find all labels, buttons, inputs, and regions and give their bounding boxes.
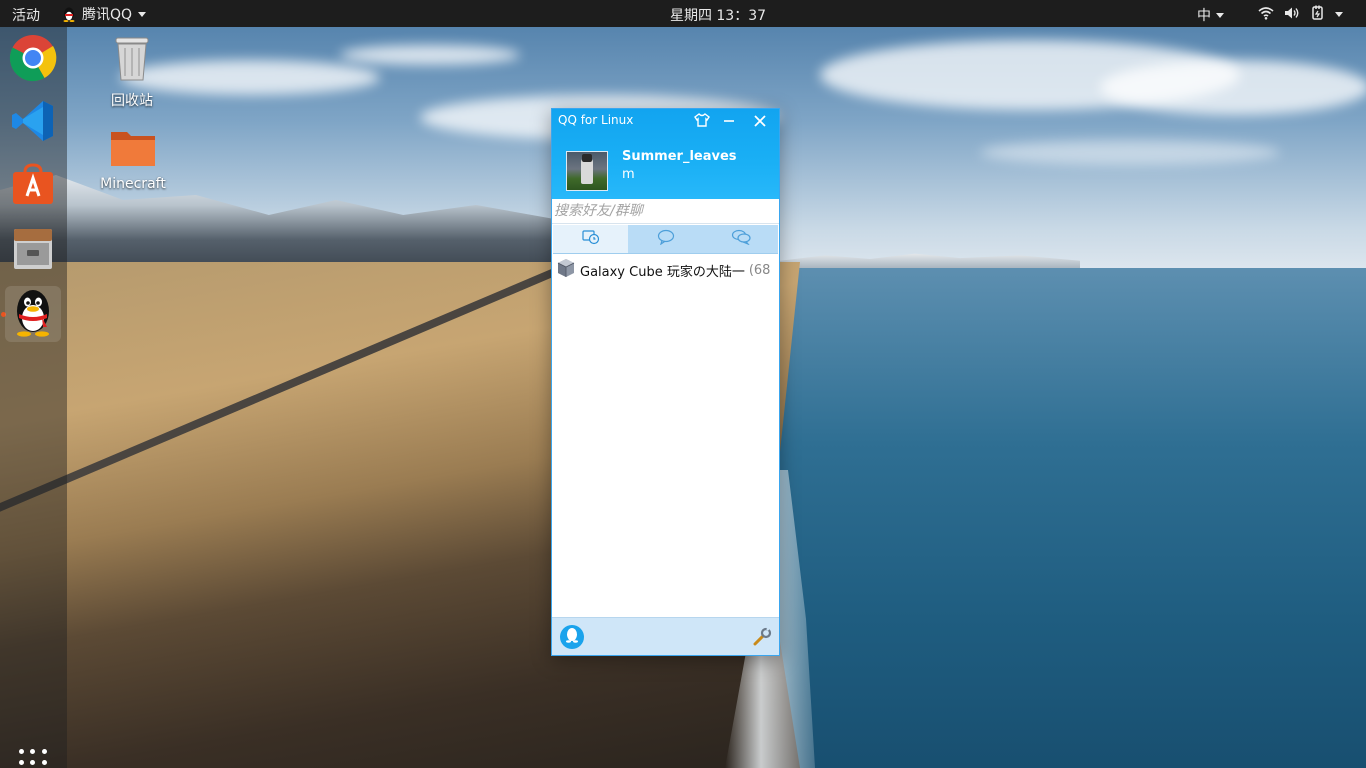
qq-tab-bar — [553, 225, 778, 254]
tab-recent-chats[interactable] — [553, 225, 628, 253]
avatar[interactable] — [566, 151, 608, 191]
close-icon — [754, 112, 766, 131]
qq-header: QQ for Linux Summer_leaves m — [552, 109, 779, 199]
window-title: QQ for Linux — [558, 113, 634, 127]
skin-button[interactable] — [691, 111, 713, 131]
group-name: Galaxy Cube 玩家の大陆一 — [580, 264, 745, 280]
search-input[interactable] — [552, 199, 779, 224]
file-cabinet-icon — [11, 226, 55, 274]
dock-qq[interactable] — [5, 286, 61, 342]
dock-vscode[interactable] — [5, 95, 61, 151]
vscode-icon — [11, 99, 55, 147]
app-menu-label: 腾讯QQ — [82, 7, 133, 23]
chrome-icon — [9, 34, 57, 86]
grid-dot — [19, 760, 24, 766]
wallpaper-sea — [760, 268, 1366, 768]
top-bar: 活动 腾讯QQ 星期四 13：37 中 — [0, 0, 1366, 27]
dock-software[interactable] — [5, 158, 61, 214]
app-menu[interactable]: 腾讯QQ — [62, 4, 147, 24]
main-menu-button[interactable] — [560, 625, 584, 649]
qq-footer — [552, 617, 779, 655]
tab-group-chats[interactable] — [703, 225, 778, 253]
show-applications-button[interactable] — [17, 747, 49, 768]
recent-chats-list: Galaxy Cube 玩家の大陆一 (68 — [552, 255, 779, 617]
recent-chats-icon — [581, 229, 600, 249]
group-member-count: (68 — [748, 262, 771, 278]
qq-penguin-icon — [62, 6, 76, 22]
contacts-bubble-icon — [657, 229, 675, 249]
activities-button[interactable]: 活动 — [12, 5, 40, 25]
wifi-icon — [1258, 6, 1274, 24]
clock[interactable]: 星期四 13：37 — [0, 5, 1366, 25]
group-chats-icon — [731, 229, 751, 249]
profile-signature[interactable]: m — [622, 167, 635, 182]
desktop-icon-label: 回收站 — [111, 93, 153, 109]
grid-dot — [41, 749, 47, 754]
folder-icon — [88, 128, 178, 172]
grid-dot — [41, 760, 47, 766]
qq-penguin-icon — [12, 287, 54, 341]
input-method-label: 中 — [1197, 8, 1211, 24]
chevron-down-icon — [1216, 12, 1224, 18]
qq-main-window: QQ for Linux Summer_leaves m 搜索好友/群聊 Gal… — [551, 108, 780, 656]
dock-chrome[interactable] — [5, 32, 61, 88]
grid-dot — [30, 760, 36, 766]
desktop-icon-trash[interactable]: 回收站 — [87, 34, 177, 110]
minimize-icon — [723, 112, 735, 131]
avatar-head — [582, 154, 592, 162]
grid-dot — [19, 749, 24, 754]
grid-dot — [30, 749, 36, 754]
tab-contacts[interactable] — [628, 225, 703, 253]
trash-icon — [87, 34, 177, 86]
wallpaper-cloud — [980, 140, 1280, 165]
power-icon — [1311, 5, 1325, 24]
close-button[interactable] — [749, 111, 771, 131]
wallpaper-cloud — [340, 45, 520, 65]
chevron-down-icon — [138, 11, 147, 17]
qq-main-menu-icon — [565, 627, 579, 647]
dock — [0, 27, 67, 768]
profile-nickname[interactable]: Summer_leaves — [622, 149, 737, 164]
desktop-icon-label: Minecraft — [100, 176, 166, 192]
system-tray[interactable] — [1258, 5, 1343, 24]
minimize-button[interactable] — [718, 111, 740, 131]
desktop-icon-minecraft[interactable]: Minecraft — [88, 128, 178, 192]
dock-file-cabinet[interactable] — [5, 222, 61, 278]
settings-button[interactable] — [752, 627, 772, 647]
input-method-menu[interactable]: 中 — [1197, 5, 1224, 25]
group-cube-icon — [556, 258, 576, 282]
chevron-down-icon — [1335, 12, 1343, 17]
software-center-icon — [11, 162, 55, 210]
wallpaper-cloud — [1100, 60, 1366, 115]
skin-icon — [694, 112, 710, 131]
list-item[interactable]: Galaxy Cube 玩家の大陆一 (68 — [552, 255, 779, 285]
volume-icon — [1284, 6, 1301, 24]
settings-wrench-icon — [752, 627, 772, 651]
